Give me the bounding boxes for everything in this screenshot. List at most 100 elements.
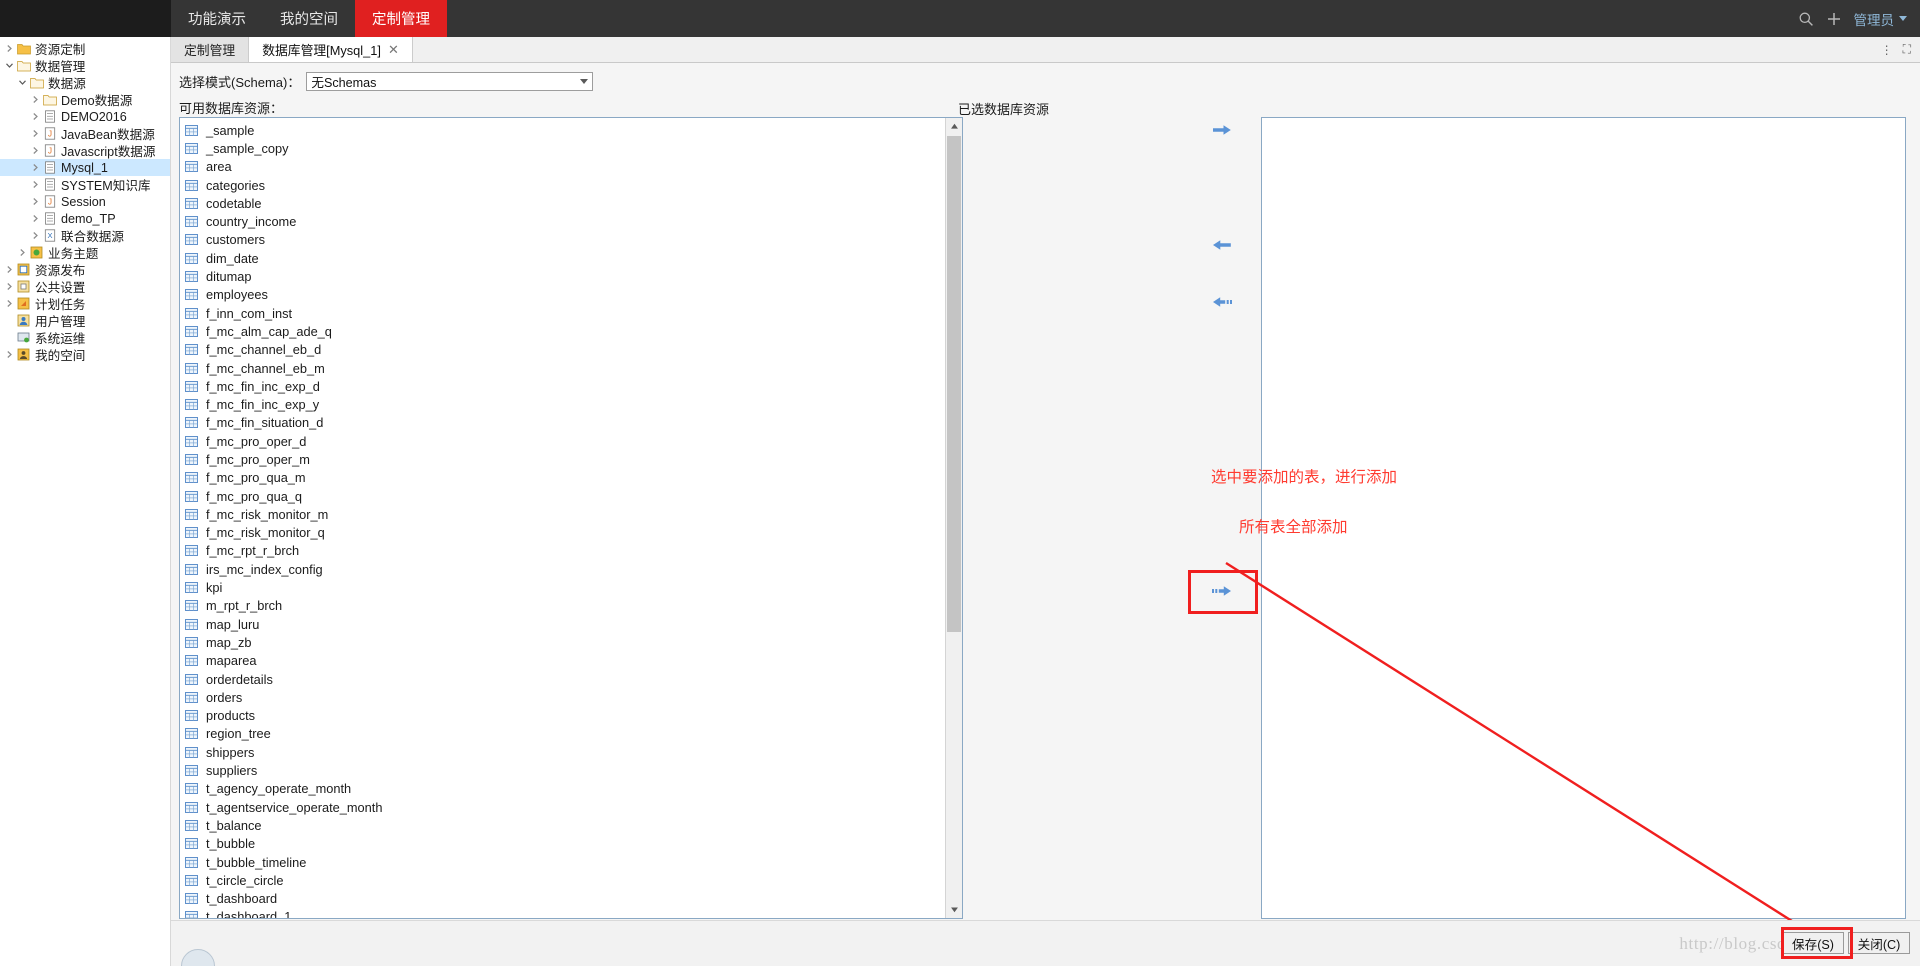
available-table-item[interactable]: t_balance bbox=[182, 816, 945, 834]
sidebar-item-16[interactable]: 用户管理 bbox=[0, 312, 170, 329]
available-table-item[interactable]: map_zb bbox=[182, 633, 945, 651]
chevron-right-icon[interactable] bbox=[29, 197, 42, 206]
move-left-button[interactable] bbox=[1202, 232, 1242, 260]
sidebar-item-9[interactable]: J Session bbox=[0, 193, 170, 210]
available-table-item[interactable]: map_luru bbox=[182, 615, 945, 633]
user-menu[interactable]: 管理员 bbox=[1854, 9, 1907, 29]
sidebar-item-14[interactable]: 公共设置 bbox=[0, 278, 170, 295]
available-table-item[interactable]: irs_mc_index_config bbox=[182, 560, 945, 578]
chevron-down-icon[interactable] bbox=[16, 78, 29, 87]
available-table-item[interactable]: f_mc_fin_inc_exp_d bbox=[182, 377, 945, 395]
available-table-item[interactable]: _sample_copy bbox=[182, 139, 945, 157]
sidebar-item-18[interactable]: 我的空间 bbox=[0, 346, 170, 363]
available-table-item[interactable]: f_mc_channel_eb_m bbox=[182, 359, 945, 377]
sidebar-item-3[interactable]: Demo数据源 bbox=[0, 91, 170, 108]
tab-overflow-icon[interactable]: ⋮ bbox=[1881, 43, 1893, 57]
available-table-item[interactable]: f_mc_fin_inc_exp_y bbox=[182, 395, 945, 413]
top-nav-item-2[interactable]: 定制管理 bbox=[355, 0, 447, 37]
available-table-item[interactable]: t_circle_circle bbox=[182, 871, 945, 889]
top-nav-item-0[interactable]: 功能演示 bbox=[171, 0, 263, 37]
available-table-item[interactable]: employees bbox=[182, 286, 945, 304]
chevron-right-icon[interactable] bbox=[29, 112, 42, 121]
available-table-item[interactable]: _sample bbox=[182, 121, 945, 139]
sidebar-item-0[interactable]: 资源定制 bbox=[0, 40, 170, 57]
search-icon[interactable] bbox=[1798, 11, 1814, 27]
chevron-right-icon[interactable] bbox=[3, 44, 16, 53]
chevron-right-icon[interactable] bbox=[3, 265, 16, 274]
plus-icon[interactable] bbox=[1826, 11, 1842, 27]
available-table-item[interactable]: maparea bbox=[182, 652, 945, 670]
available-table-item[interactable]: f_mc_pro_oper_m bbox=[182, 450, 945, 468]
available-table-item[interactable]: ditumap bbox=[182, 267, 945, 285]
move-all-left-button[interactable] bbox=[1202, 289, 1242, 317]
available-tables-listbox[interactable]: _sample _sample_copy area categories codetab… bbox=[179, 117, 963, 919]
available-table-item[interactable]: f_mc_fin_situation_d bbox=[182, 414, 945, 432]
workspace-tab-1[interactable]: 数据库管理[Mysql_1] ✕ bbox=[249, 37, 413, 62]
available-table-item[interactable]: t_agency_operate_month bbox=[182, 780, 945, 798]
schema-select[interactable]: 无Schemas bbox=[306, 72, 594, 91]
maximize-icon[interactable]: ⛶ bbox=[1903, 42, 1911, 57]
sidebar-item-15[interactable]: 计划任务 bbox=[0, 295, 170, 312]
available-table-item[interactable]: f_mc_rpt_r_brch bbox=[182, 542, 945, 560]
sidebar-item-11[interactable]: X 联合数据源 bbox=[0, 227, 170, 244]
available-table-item[interactable]: shippers bbox=[182, 743, 945, 761]
available-table-item[interactable]: f_mc_alm_cap_ade_q bbox=[182, 322, 945, 340]
available-table-item[interactable]: f_mc_channel_eb_d bbox=[182, 341, 945, 359]
scroll-down-icon[interactable] bbox=[946, 901, 962, 918]
available-table-item[interactable]: f_mc_risk_monitor_m bbox=[182, 505, 945, 523]
available-table-item[interactable]: suppliers bbox=[182, 761, 945, 779]
chevron-right-icon[interactable] bbox=[29, 129, 42, 138]
chevron-right-icon[interactable] bbox=[29, 146, 42, 155]
chevron-right-icon[interactable] bbox=[29, 163, 42, 172]
available-table-item[interactable]: t_bubble_timeline bbox=[182, 853, 945, 871]
sidebar-item-4[interactable]: DEMO2016 bbox=[0, 108, 170, 125]
chevron-right-icon[interactable] bbox=[29, 214, 42, 223]
available-table-item[interactable]: categories bbox=[182, 176, 945, 194]
sidebar-tree[interactable]: 资源定制 数据管理 数据源 Demo数据源 DEMO2016 J JavaBean数据源 J J… bbox=[0, 37, 171, 966]
move-all-right-button[interactable] bbox=[1202, 578, 1242, 606]
sidebar-item-8[interactable]: SYSTEM知识库 bbox=[0, 176, 170, 193]
selected-tables-listbox[interactable] bbox=[1261, 117, 1906, 919]
close-button[interactable]: 关闭(C) bbox=[1848, 932, 1910, 954]
chevron-right-icon[interactable] bbox=[3, 282, 16, 291]
sidebar-item-10[interactable]: demo_TP bbox=[0, 210, 170, 227]
available-table-item[interactable]: orderdetails bbox=[182, 670, 945, 688]
available-table-item[interactable]: t_bubble bbox=[182, 835, 945, 853]
chevron-down-icon[interactable] bbox=[3, 61, 16, 70]
sidebar-item-5[interactable]: J JavaBean数据源 bbox=[0, 125, 170, 142]
sidebar-item-7[interactable]: Mysql_1 bbox=[0, 159, 170, 176]
sidebar-item-12[interactable]: 业务主题 bbox=[0, 244, 170, 261]
top-nav-item-1[interactable]: 我的空间 bbox=[263, 0, 355, 37]
save-button[interactable]: 保存(S) bbox=[1782, 932, 1844, 954]
available-table-item[interactable]: f_inn_com_inst bbox=[182, 304, 945, 322]
available-table-item[interactable]: t_dashboard bbox=[182, 889, 945, 907]
available-table-item[interactable]: country_income bbox=[182, 212, 945, 230]
move-right-button[interactable] bbox=[1202, 117, 1242, 145]
scroll-up-icon[interactable] bbox=[946, 118, 962, 135]
sidebar-item-1[interactable]: 数据管理 bbox=[0, 57, 170, 74]
available-table-item[interactable]: f_mc_pro_qua_q bbox=[182, 487, 945, 505]
available-table-item[interactable]: codetable bbox=[182, 194, 945, 212]
available-table-item[interactable]: region_tree bbox=[182, 725, 945, 743]
available-table-item[interactable]: f_mc_pro_qua_m bbox=[182, 469, 945, 487]
available-table-item[interactable]: t_dashboard_1 bbox=[182, 908, 945, 918]
sidebar-item-2[interactable]: 数据源 bbox=[0, 74, 170, 91]
available-table-item[interactable]: area bbox=[182, 158, 945, 176]
available-table-item[interactable]: orders bbox=[182, 688, 945, 706]
chevron-right-icon[interactable] bbox=[3, 299, 16, 308]
available-list-scrollbar[interactable] bbox=[945, 118, 962, 918]
available-table-item[interactable]: f_mc_pro_oper_d bbox=[182, 432, 945, 450]
available-table-item[interactable]: m_rpt_r_brch bbox=[182, 597, 945, 615]
chevron-right-icon[interactable] bbox=[16, 248, 29, 257]
close-icon[interactable]: ✕ bbox=[388, 42, 399, 58]
available-table-item[interactable]: f_mc_risk_monitor_q bbox=[182, 524, 945, 542]
sidebar-item-13[interactable]: 资源发布 bbox=[0, 261, 170, 278]
available-table-item[interactable]: customers bbox=[182, 231, 945, 249]
chevron-right-icon[interactable] bbox=[29, 180, 42, 189]
sidebar-item-6[interactable]: J Javascript数据源 bbox=[0, 142, 170, 159]
available-table-item[interactable]: t_agentservice_operate_month bbox=[182, 798, 945, 816]
sidebar-item-17[interactable]: 系统运维 bbox=[0, 329, 170, 346]
available-table-item[interactable]: products bbox=[182, 707, 945, 725]
chevron-right-icon[interactable] bbox=[29, 231, 42, 240]
workspace-tab-0[interactable]: 定制管理 bbox=[171, 37, 250, 62]
